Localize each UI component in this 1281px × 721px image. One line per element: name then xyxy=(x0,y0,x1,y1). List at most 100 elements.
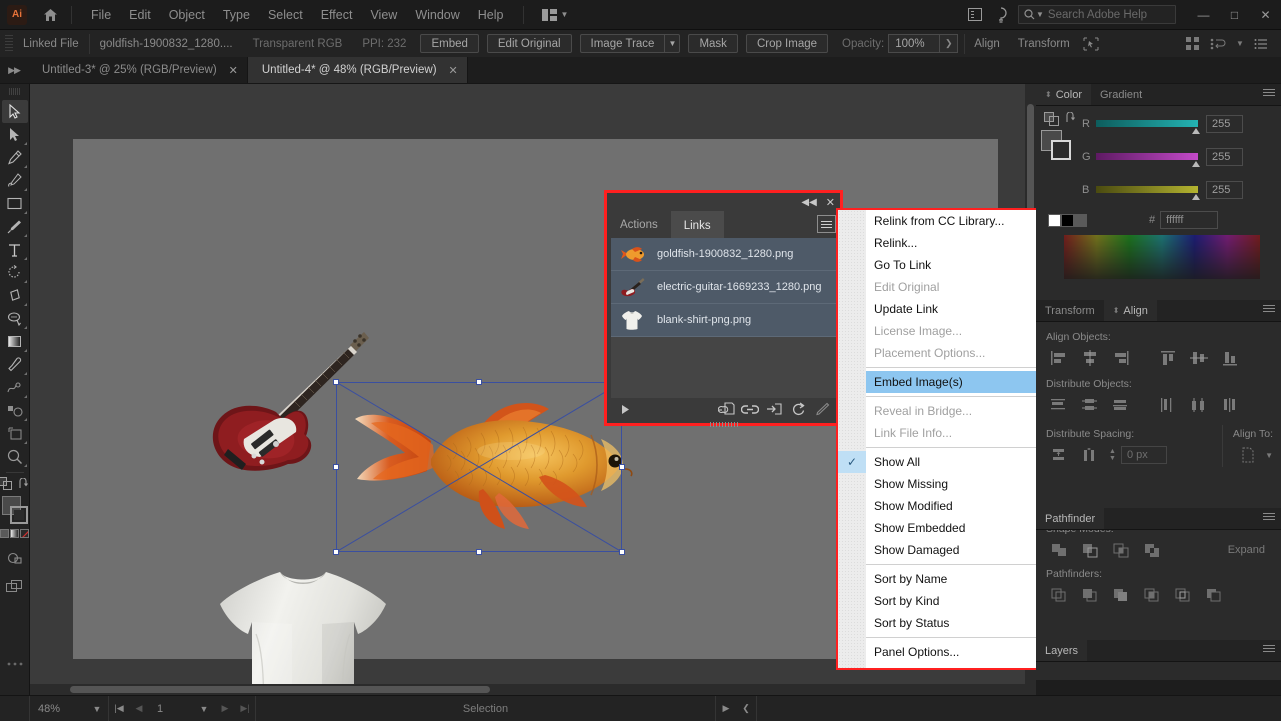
relink-icon[interactable] xyxy=(714,399,738,419)
collapse-to-icons-icon[interactable]: ◀◀ xyxy=(801,197,816,208)
linked-file-name[interactable]: goldfish-1900832_1280.... xyxy=(90,38,243,50)
default-fill-stroke-icon[interactable] xyxy=(0,477,13,491)
zoom-control[interactable]: 48% ▼ xyxy=(30,695,109,721)
blend-tool[interactable] xyxy=(2,376,28,399)
control-bar-grip[interactable] xyxy=(5,34,13,53)
image-trace-button[interactable]: Image Trace xyxy=(579,34,665,53)
menu-item-show-modified[interactable]: Show Modified xyxy=(866,495,1056,517)
rectangle-tool[interactable] xyxy=(2,192,28,215)
search-input[interactable]: ▼ Search Adobe Help xyxy=(1018,5,1176,24)
workspace-icon[interactable] xyxy=(1207,33,1231,55)
gradient-swatch-icon[interactable] xyxy=(10,529,19,538)
menu-item-update-link[interactable]: Update Link xyxy=(866,298,1056,320)
menu-item-sort-by-status[interactable]: Sort by Status xyxy=(866,612,1056,634)
trim-icon[interactable] xyxy=(1075,583,1104,607)
links-list[interactable]: goldfish-1900832_1280.png electric-guita… xyxy=(611,238,836,398)
scrollbar-thumb[interactable] xyxy=(70,686,490,693)
b-slider[interactable] xyxy=(1096,186,1200,200)
black-swatch[interactable] xyxy=(1061,213,1074,227)
menu-item-relink[interactable]: Relink... xyxy=(866,232,1056,254)
opacity-input[interactable]: 100% xyxy=(888,34,941,53)
change-screen-mode-icon[interactable] xyxy=(2,575,28,598)
panel-menu-icon[interactable] xyxy=(817,215,836,233)
menu-item-go-to-link[interactable]: Go To Link xyxy=(866,254,1056,276)
align-bottom-icon[interactable] xyxy=(1215,346,1244,370)
selection-handle-bc[interactable] xyxy=(476,549,482,555)
tab-pathfinder[interactable]: Pathfinder xyxy=(1036,508,1105,529)
list-item[interactable]: electric-guitar-1669233_1280.png xyxy=(611,271,836,304)
edit-original-icon[interactable] xyxy=(810,399,834,419)
previous-artboard-icon[interactable]: ◀ xyxy=(129,703,149,714)
workspace-switcher-icon[interactable] xyxy=(962,0,988,30)
spacing-stepper[interactable]: ▲ ▼ xyxy=(1106,445,1119,465)
slider-thumb[interactable] xyxy=(1192,128,1200,134)
embed-button[interactable]: Embed xyxy=(420,34,479,53)
panel-resize-grip[interactable] xyxy=(607,420,840,428)
hex-input[interactable]: ffffff xyxy=(1160,211,1219,229)
minus-front-icon[interactable] xyxy=(1075,538,1104,562)
symbol-sprayer-tool[interactable] xyxy=(2,399,28,422)
minus-back-icon[interactable] xyxy=(1199,583,1228,607)
panel-menu-icon[interactable] xyxy=(1263,645,1275,652)
panel-menu-icon[interactable] xyxy=(1263,89,1275,96)
arrange-documents-icon[interactable]: ▼ xyxy=(541,8,568,21)
menu-item-show-all[interactable]: ✓ Show All xyxy=(838,451,1056,473)
drawing-modes-icon[interactable] xyxy=(2,546,28,569)
update-link-icon[interactable] xyxy=(762,399,786,419)
panel-options-icon[interactable] xyxy=(1249,33,1273,55)
distribute-right-icon[interactable] xyxy=(1215,393,1244,417)
curvature-tool[interactable] xyxy=(2,169,28,192)
color-spectrum[interactable] xyxy=(1064,235,1260,279)
artboard-chevron-down-icon[interactable]: ▼ xyxy=(193,704,215,714)
zoom-chevron-down-icon[interactable]: ▼ xyxy=(86,704,108,714)
eraser-tool[interactable] xyxy=(2,284,28,307)
color-stroke-swatch[interactable] xyxy=(1051,140,1071,160)
document-tab-untitled-3[interactable]: Untitled-3* @ 25% (RGB/Preview) ✕ xyxy=(28,57,248,83)
distribute-left-icon[interactable] xyxy=(1153,393,1182,417)
r-slider[interactable] xyxy=(1096,120,1200,134)
menu-item-panel-options[interactable]: Panel Options... xyxy=(866,641,1056,663)
workspace-chevron-down-icon[interactable]: ▼ xyxy=(1233,33,1247,55)
zoom-value[interactable]: 48% xyxy=(30,703,86,715)
image-trace-chevron-down-icon[interactable]: ▼ xyxy=(664,34,681,53)
align-right-icon[interactable] xyxy=(1106,346,1135,370)
exclude-icon[interactable] xyxy=(1137,538,1166,562)
selection-handle-mr[interactable] xyxy=(619,464,625,470)
merge-icon[interactable] xyxy=(1106,583,1135,607)
fill-stroke-swatches[interactable] xyxy=(1,495,29,525)
links-panel-context-menu[interactable]: Relink from CC Library... Relink... Go T… xyxy=(836,208,1058,670)
tab-close-icon[interactable]: ✕ xyxy=(449,64,458,77)
list-item[interactable]: goldfish-1900832_1280.png xyxy=(611,238,836,271)
gray-swatch[interactable] xyxy=(1074,213,1087,227)
refresh-link-icon[interactable] xyxy=(786,399,810,419)
outline-icon[interactable] xyxy=(1168,583,1197,607)
direct-selection-tool[interactable] xyxy=(2,123,28,146)
tab-align[interactable]: ⬍ Align xyxy=(1103,300,1157,321)
distribute-top-icon[interactable] xyxy=(1044,393,1073,417)
intersect-icon[interactable] xyxy=(1106,538,1135,562)
menu-item-sort-by-kind[interactable]: Sort by Kind xyxy=(866,590,1056,612)
blank-shirt-artwork[interactable] xyxy=(208,564,398,695)
divide-icon[interactable] xyxy=(1044,583,1073,607)
selection-handle-br[interactable] xyxy=(619,549,625,555)
distribute-icon[interactable] xyxy=(1181,33,1205,55)
first-artboard-icon[interactable]: |◀ xyxy=(109,703,129,714)
selection-bounding-box[interactable] xyxy=(333,379,625,555)
crop-icon[interactable] xyxy=(1137,583,1166,607)
align-vertical-center-icon[interactable] xyxy=(1184,346,1213,370)
spacing-input[interactable]: 0 px xyxy=(1121,446,1167,464)
menu-item-object[interactable]: Object xyxy=(160,4,214,26)
color-swatch-icon[interactable] xyxy=(0,529,9,538)
menu-item-file[interactable]: File xyxy=(82,4,120,26)
menu-item-help[interactable]: Help xyxy=(469,4,513,26)
mask-button[interactable]: Mask xyxy=(688,34,738,53)
collapse-panels-icon[interactable]: ▶▶ xyxy=(0,57,28,83)
select-similar-objects-icon[interactable] xyxy=(1079,33,1103,55)
menu-item-view[interactable]: View xyxy=(361,4,406,26)
menu-item-relink-from-cc-library[interactable]: Relink from CC Library... xyxy=(866,210,1056,232)
close-icon[interactable]: ✕ xyxy=(826,196,835,209)
transform-link[interactable]: Transform xyxy=(1009,38,1079,50)
tab-layers[interactable]: Layers xyxy=(1036,640,1088,661)
r-value[interactable]: 255 xyxy=(1206,114,1243,133)
menu-item-show-embedded[interactable]: Show Embedded xyxy=(866,517,1056,539)
